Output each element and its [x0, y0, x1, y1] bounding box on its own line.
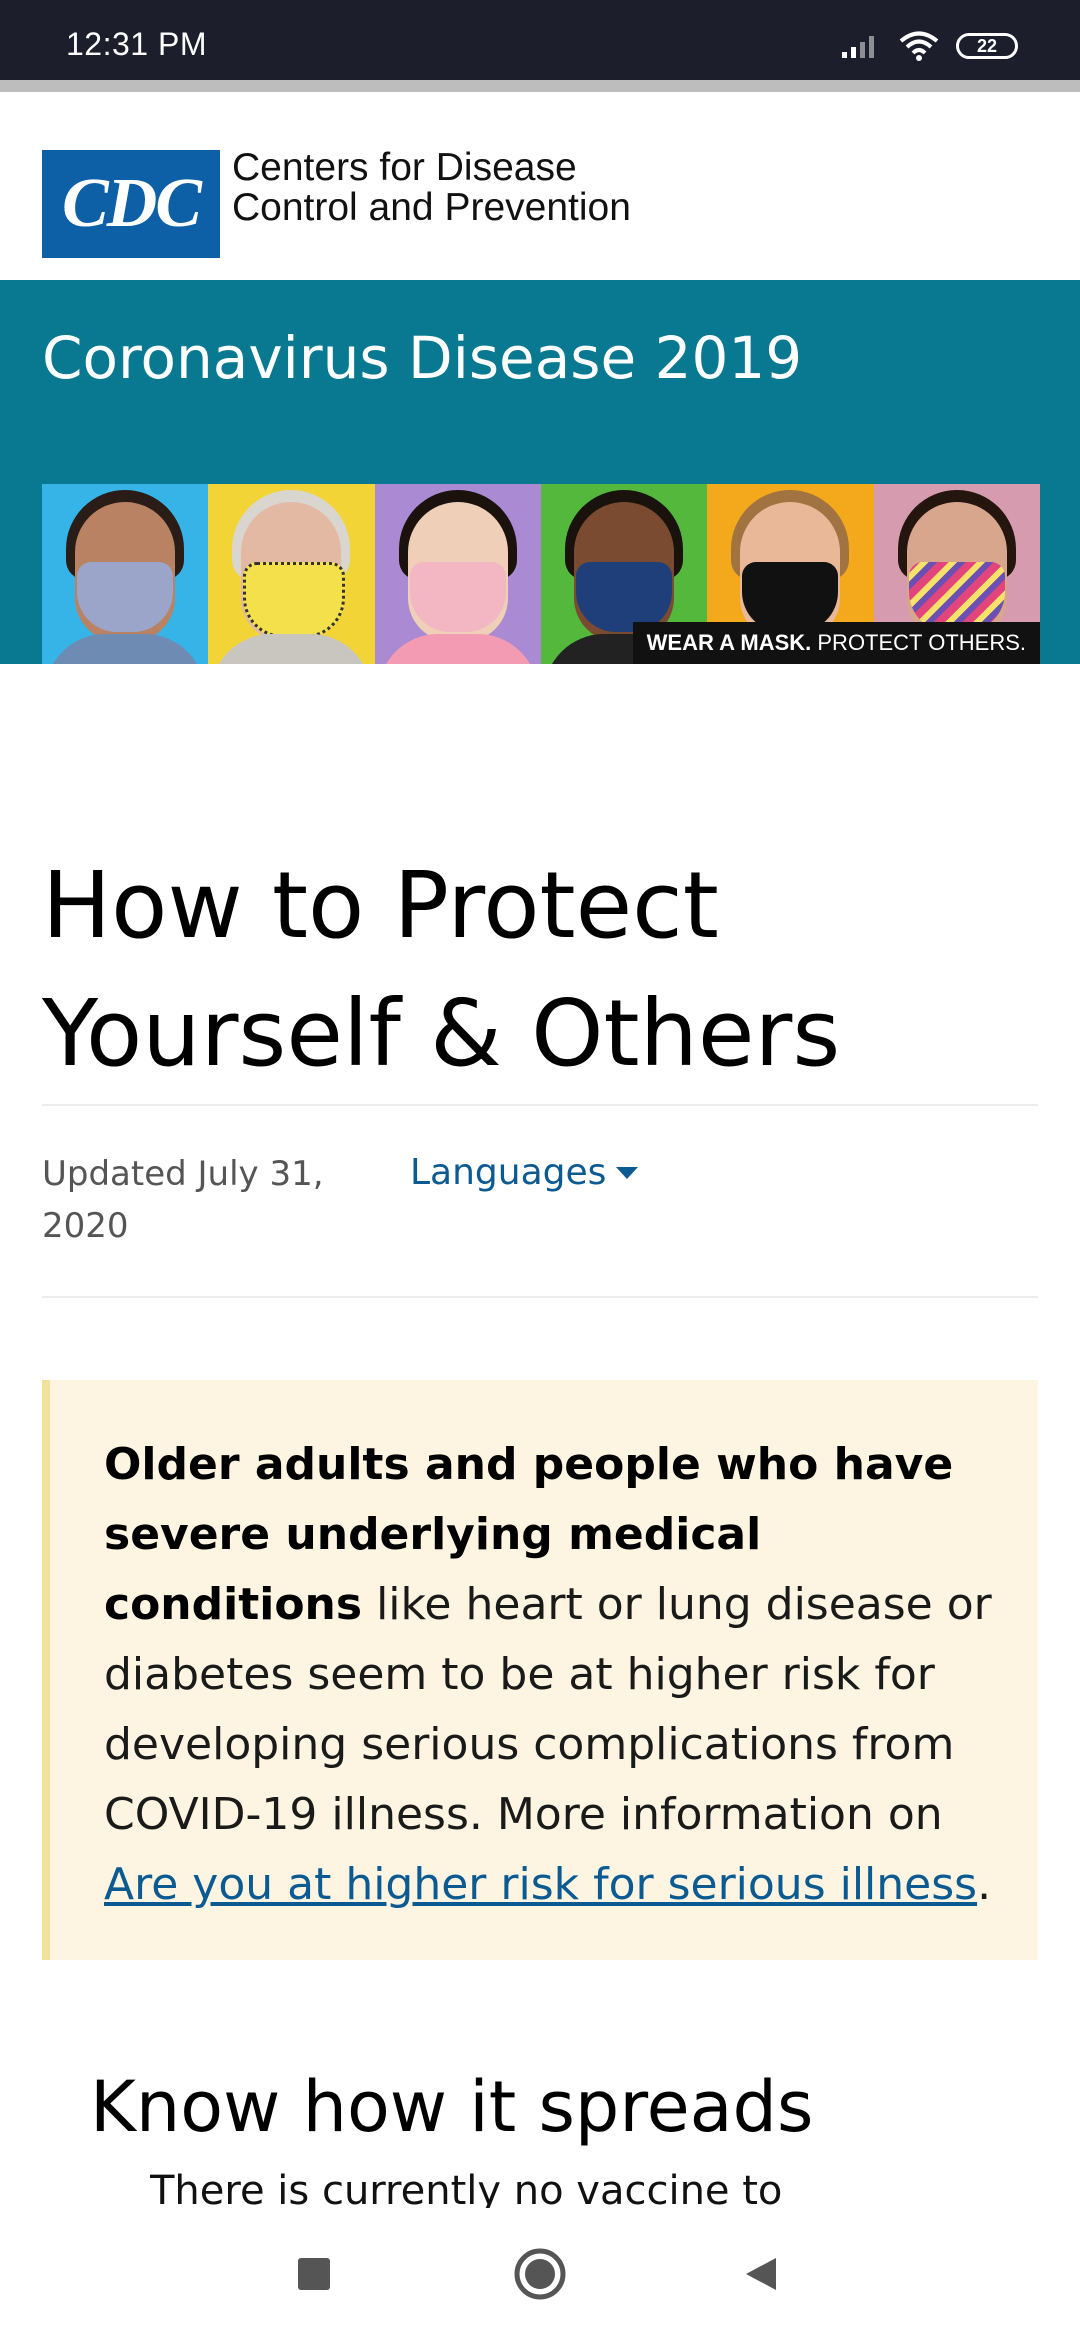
- wifi-icon: [899, 31, 939, 61]
- mask-campaign-image: WEAR A MASK. PROTECT OTHERS.: [42, 484, 1040, 664]
- languages-label: Languages: [410, 1152, 607, 1193]
- back-button[interactable]: [730, 2244, 790, 2304]
- section-title: Know how it spreads: [90, 2066, 814, 2148]
- site-header: CDC Centers for Disease Control and Prev…: [0, 92, 1080, 280]
- status-time: 12:31 PM: [66, 26, 207, 62]
- updated-date: Updated July 31, 2020: [42, 1154, 324, 1246]
- square-recents-icon: [298, 2258, 330, 2290]
- status-icons: 22: [840, 30, 1018, 62]
- triangle-back-icon: [746, 2258, 776, 2290]
- languages-dropdown[interactable]: Languages: [410, 1152, 639, 1193]
- org-name[interactable]: Centers for Disease Control and Preventi…: [232, 148, 631, 228]
- caption-rest: PROTECT OTHERS.: [811, 630, 1026, 655]
- topic-banner: Coronavirus Disease 2019 WEAR A MASK. PR…: [0, 280, 1080, 664]
- org-name-line2: Control and Prevention: [232, 186, 631, 229]
- higher-risk-link[interactable]: Are you at higher risk for serious illne…: [104, 1859, 977, 1910]
- callout-text: Older adults and people who have severe …: [104, 1430, 1004, 1920]
- divider-bottom: [42, 1296, 1038, 1298]
- caret-down-icon: [616, 1166, 639, 1179]
- org-name-line1: Centers for Disease: [232, 146, 577, 189]
- signal-icon: [842, 36, 874, 58]
- status-bar: 12:31 PM 22: [0, 0, 1080, 80]
- masked-person-3: [374, 484, 541, 664]
- system-nav-bar: [0, 2208, 1080, 2340]
- cdc-logo[interactable]: CDC: [42, 150, 220, 258]
- home-button[interactable]: [510, 2244, 570, 2304]
- battery-indicator: 22: [956, 33, 1018, 59]
- recents-button[interactable]: [284, 2244, 344, 2304]
- progress-divider: [0, 80, 1080, 92]
- masked-person-1: [42, 484, 209, 664]
- mask-campaign-caption: WEAR A MASK. PROTECT OTHERS.: [632, 622, 1040, 664]
- caption-bold: WEAR A MASK.: [646, 630, 812, 655]
- circle-home-icon: [514, 2248, 566, 2300]
- divider-top: [42, 1104, 1038, 1106]
- banner-title[interactable]: Coronavirus Disease 2019: [42, 324, 802, 392]
- cdc-logo-text: CDC: [62, 165, 202, 242]
- page-title: How to Protect Yourself & Others: [42, 852, 841, 1087]
- high-risk-callout: Older adults and people who have severe …: [42, 1380, 1038, 1960]
- masked-person-2: [208, 484, 375, 664]
- callout-end: .: [977, 1859, 992, 1910]
